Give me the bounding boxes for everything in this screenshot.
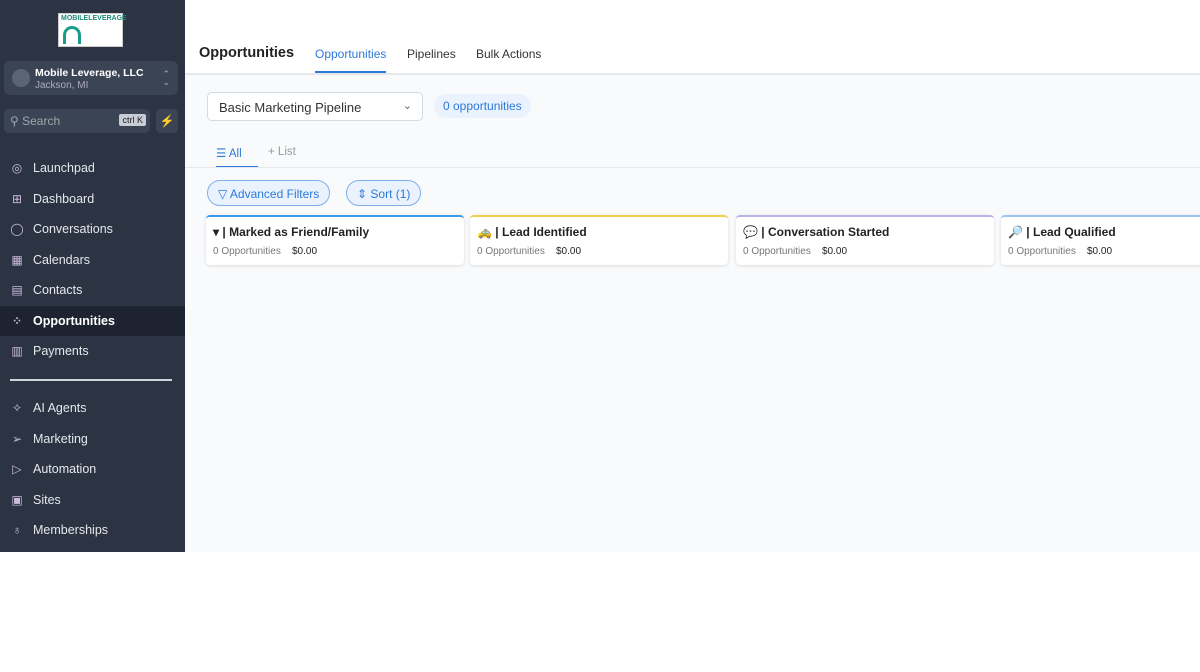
sidebar-item-label: Payments — [33, 344, 89, 358]
list-icon: ☰ — [216, 148, 229, 160]
sidebar-item-label: Opportunities — [33, 313, 115, 328]
quick-actions-button[interactable]: ⚡ — [156, 109, 178, 133]
search-placeholder: Search — [22, 114, 61, 128]
sidebar-item-conversations[interactable]: ◯ Conversations — [0, 214, 185, 244]
wifi-logo-icon — [63, 26, 81, 44]
sidebar-item-opportunities[interactable]: ⁘ Opportunities — [0, 305, 185, 336]
conversations-icon: ◯ — [10, 222, 24, 236]
sidebar-item-dashboard[interactable]: ⊞ Dashboard — [0, 184, 185, 214]
contacts-icon: ▤ — [11, 283, 23, 297]
sidebar-item-label: Dashboard — [33, 191, 95, 206]
account-avatar — [12, 69, 30, 87]
add-list-view-button[interactable]: + List — [268, 146, 296, 158]
dashboard-icon: ⊞ — [11, 191, 23, 206]
sidebar-divider — [10, 379, 172, 381]
calendars-icon: ▦ — [11, 252, 23, 267]
plus-icon: + — [268, 146, 278, 158]
sidebar-item-label: Memberships — [33, 523, 109, 537]
view-list-label: List — [277, 146, 296, 158]
tab-bulk-actions[interactable]: Bulk Actions — [476, 47, 541, 61]
account-location: Jackson, MI — [35, 80, 89, 91]
shortcut-badge: ctrl K — [119, 114, 146, 126]
stage-icon: ▾ — [213, 225, 220, 239]
sidebar-item-launchpad[interactable]: ◎ Launchpad — [0, 153, 185, 183]
sidebar-item-automation[interactable]: ▷ Automation — [0, 454, 185, 484]
stage-name: | Conversation Started — [761, 225, 890, 239]
sidebar-item-label: AI Agents — [33, 401, 87, 415]
sidebar-item-payments[interactable]: ▥ Payments — [0, 336, 185, 366]
opportunity-count-badge: 0 opportunities — [434, 94, 531, 118]
sort-icon: ⇕ — [357, 187, 371, 201]
stage-icon: 🔎 — [1008, 225, 1023, 239]
account-name: Mobile Leverage, LLC — [35, 67, 144, 79]
advanced-filters-button[interactable]: ▽ Advanced Filters — [207, 180, 331, 206]
stage-count: 0 Opportunities — [213, 246, 281, 257]
pipeline-select[interactable]: Basic Marketing Pipeline ⌄ — [207, 92, 423, 121]
advanced-filters-label: Advanced Filters — [229, 187, 320, 201]
sidebar-item-memberships[interactable]: ♁ Memberships — [0, 515, 185, 545]
ai-agents-icon: ✧ — [11, 401, 23, 415]
sidebar-item-label: Marketing — [33, 431, 88, 446]
divider — [185, 167, 1200, 168]
stage-name: | Marked as Friend/Family — [222, 225, 370, 239]
payments-icon: ▥ — [11, 344, 23, 358]
stage-value: $0.00 — [822, 246, 848, 257]
stage-name: | Lead Qualified — [1026, 225, 1116, 239]
view-all-label: All — [228, 148, 242, 160]
sidebar-item-marketing[interactable]: ➢ Marketing — [0, 424, 185, 454]
stage-icon: 💬 — [743, 225, 758, 239]
stage-column-header: 🚕 | Lead Identified 0 Opportunities $0.00 — [470, 215, 728, 265]
sidebar-item-label: Contacts — [33, 283, 83, 297]
stage-count: 0 Opportunities — [743, 246, 811, 257]
marketing-icon: ➢ — [11, 431, 23, 446]
chevron-down-icon: ⌄ — [402, 100, 412, 112]
opportunities-icon: ⁘ — [11, 313, 23, 328]
stage-count: 0 Opportunities — [477, 246, 545, 257]
stage-count: 0 Opportunities — [1008, 246, 1076, 257]
stage-value: $0.00 — [1087, 246, 1113, 257]
lightning-icon: ⚡ — [159, 114, 175, 128]
stage-name: | Lead Identified — [495, 225, 587, 239]
memberships-icon: ♁ — [12, 523, 22, 537]
sort-button[interactable]: ⇕ Sort (1) — [346, 180, 422, 206]
chevron-updown-icon: ⌃ ⌄ — [162, 69, 170, 87]
stage-icon: 🚕 — [477, 225, 492, 239]
launchpad-icon: ◎ — [11, 161, 23, 175]
pipeline-selected: Basic Marketing Pipeline — [219, 100, 362, 115]
stage-column-header: ▾ | Marked as Friend/Family 0 Opportuniti… — [206, 215, 464, 265]
search-icon: ⚲ — [10, 114, 23, 128]
sidebar-item-ai-agents[interactable]: ✧ AI Agents — [0, 393, 185, 423]
stage-value: $0.00 — [556, 246, 582, 257]
sidebar-item-sites[interactable]: ▣ Sites — [0, 485, 185, 515]
search-input[interactable]: ⚲ Search ctrl K — [4, 109, 150, 133]
sidebar: MOBILELEVERAGE Mobile Leverage, LLC Jack… — [0, 0, 185, 552]
account-switcher[interactable]: Mobile Leverage, LLC Jackson, MI ⌃ ⌄ — [4, 61, 178, 95]
stage-column-header: 💬 | Conversation Started 0 Opportunities $… — [736, 215, 994, 265]
sidebar-item-label: Sites — [33, 492, 61, 507]
sites-icon: ▣ — [11, 492, 23, 507]
stage-column-header: 🔎 | Lead Qualified 0 Opportunities $0.00 — [1001, 215, 1200, 265]
view-tab-all[interactable]: ☰ All — [216, 146, 258, 168]
stage-value: $0.00 — [292, 246, 318, 257]
sidebar-item-label: Calendars — [33, 252, 90, 267]
sort-label: Sort (1) — [370, 187, 411, 201]
tab-opportunities[interactable]: Opportunities — [315, 47, 387, 73]
sidebar-item-calendars[interactable]: ▦ Calendars — [0, 245, 185, 275]
top-header: Opportunities Opportunities Pipelines Bu… — [185, 0, 1200, 75]
sidebar-item-contacts[interactable]: ▤ Contacts — [0, 275, 185, 305]
company-logo: MOBILELEVERAGE — [58, 13, 127, 47]
tab-pipelines[interactable]: Pipelines — [407, 47, 456, 61]
automation-icon: ▷ — [12, 462, 22, 476]
page-title: Opportunities — [199, 45, 295, 61]
sidebar-item-label: Conversations — [33, 222, 113, 236]
sidebar-item-label: Automation — [33, 462, 97, 476]
logo-text: MOBILELEVERAGE — [61, 15, 127, 22]
sidebar-item-label: Launchpad — [33, 161, 95, 175]
filter-icon: ▽ — [218, 187, 230, 201]
